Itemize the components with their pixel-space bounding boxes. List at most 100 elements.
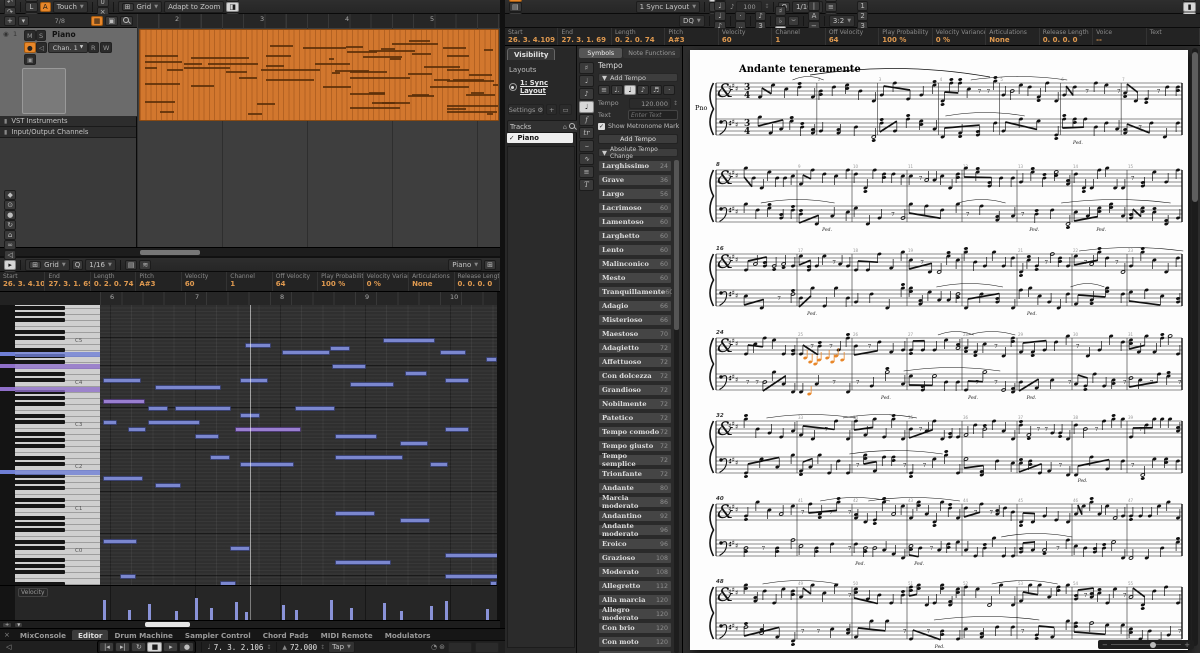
info-field[interactable]: Text [1147,28,1200,45]
tempo-preset-item[interactable]: Nobilmente 72 [598,398,672,410]
midi-note[interactable] [445,574,497,579]
tool-icon[interactable]: ◆ [4,189,17,200]
info-field[interactable]: Velocity Variance0 % [364,272,410,291]
metronome-mark-row[interactable]: ✓ Show Metronome Mark [598,123,679,130]
display-quantize-button[interactable]: DQ ▼ [679,14,705,27]
tuplet-ratio-select[interactable]: 3:2 ▼ [828,14,856,27]
midi-note[interactable] [230,546,250,551]
tempo-preset-item[interactable]: Largo 56 [598,188,672,200]
info-field[interactable]: Pitch A#3 [136,272,182,291]
automation-button[interactable]: L [24,1,38,12]
layout-icon[interactable]: ◨ [226,1,239,12]
tempo-preset-item[interactable]: Lento 60 [598,244,672,256]
info-field[interactable]: End 27. 3. 1. 69 [45,272,91,291]
home-icon[interactable]: ⌂ [563,123,567,131]
window-icon[interactable]: ▤ [509,1,522,12]
midi-note[interactable] [148,406,168,411]
add-lane-button[interactable]: + [2,621,13,628]
metronome-icon[interactable]: ▲ [282,644,287,651]
tool-icon[interactable]: ↻ [4,219,17,230]
tempo-preset-item[interactable]: Grazioso 108 [598,552,672,564]
tempo-note-value-button[interactable]: ♩. [611,85,623,95]
info-field[interactable]: Start 26. 3. 4.109 [0,272,46,291]
midi-note[interactable] [440,350,466,355]
velocity-spinner[interactable]: ↕ [764,3,769,10]
velocity-bar[interactable] [103,600,106,620]
tempo-preset-item[interactable]: Alla marcia 120 [598,594,672,606]
tempo-note-value-button[interactable]: · [663,85,676,95]
tempo-preset-item[interactable]: Grandioso 72 [598,384,672,396]
score-vscrollbar[interactable] [1192,48,1198,646]
transport-utility-icon[interactable]: ◔ [431,643,437,651]
speaker-icon[interactable]: ◁ [6,643,11,651]
midi-note[interactable] [120,574,136,579]
velocity-bar[interactable] [350,608,353,620]
symbol-category-icon[interactable]: ∿ [579,153,594,165]
tab-symbols[interactable]: Symbols [579,48,623,58]
info-field[interactable]: Off Velocity 64 [273,272,319,291]
tempo-text-input[interactable] [628,110,678,120]
midi-note[interactable] [400,518,430,523]
folder-track[interactable]: ▮ Input/Output Channels [0,127,136,138]
absolute-tempo-section-header[interactable]: ▼ Absolute Tempo Change [598,146,678,160]
articulation-icon[interactable]: | [808,0,820,11]
midi-note[interactable] [235,427,301,432]
tempo-note-value-button[interactable]: ≡ [598,85,610,95]
velocity-bar[interactable] [282,605,285,620]
midi-note[interactable] [103,476,143,481]
lower-zone-tab[interactable]: Drum Machine [108,630,178,641]
add-tempo-button[interactable]: Add Tempo [598,134,678,144]
tempo-spinner[interactable]: ↕ [320,644,325,651]
tool-icon[interactable]: ∞ [4,239,17,250]
tool-icon[interactable]: ⌂ [4,229,17,240]
transport-button[interactable]: ■ [147,642,163,652]
articulation-icon[interactable]: A [808,10,820,21]
toolbar-icon[interactable]: ≡ [824,1,838,12]
tempo-note-value-button[interactable]: ♩ [624,85,636,95]
tool-icon[interactable]: ⊙ [4,199,17,210]
tempo-preset-item[interactable]: Tempo semplice 72 [598,452,672,468]
velocity-bar[interactable] [235,602,238,620]
key-editor-hscrollbar[interactable]: + ▼ [0,620,500,628]
midi-note[interactable] [486,357,497,362]
note-duration-icon[interactable]: ♩ [713,10,727,21]
info-field[interactable]: Velocity 60 [182,272,228,291]
info-field[interactable]: Release Length 0. 0. 0. 0 [1040,28,1094,45]
midi-note[interactable] [335,434,377,439]
midi-note[interactable] [400,441,428,446]
track-piano[interactable]: ◉ 1 M S Piano ● ◁ Chan. 1 ▼ R W ▣ [0,28,137,117]
tempo-preset-item[interactable]: Mesto 60 [598,272,672,284]
transport-field[interactable] [475,641,499,653]
velocity-bar[interactable] [445,601,448,620]
tempo-preset-item[interactable]: Misterioso 66 [598,314,672,326]
velocity-bar[interactable] [400,611,403,620]
velocity-bar[interactable] [430,606,433,620]
velocity-bar[interactable] [210,608,213,620]
project-ruler[interactable]: 2 3 4 5 [137,14,500,29]
tab-note-functions[interactable]: Note Functions [623,48,680,58]
midi-part[interactable] [139,29,499,121]
track-name[interactable]: Piano [52,30,76,39]
lower-zone-tab[interactable]: MIDI Remote [315,630,379,641]
info-field[interactable]: Articulations None [986,28,1040,45]
arrange-area[interactable] [137,28,500,247]
zone-toggle-icon[interactable]: ▮ [1183,1,1196,12]
accidental-icon[interactable]: ♭ [775,15,787,26]
folder-track[interactable]: ▮ VST Instruments [0,116,136,127]
midi-note[interactable] [245,343,271,348]
velocity-lane[interactable] [100,585,497,621]
channel-select[interactable]: Chan. 1 ▼ [48,42,88,53]
tempo-note-value-button[interactable]: ♪ [637,85,649,95]
info-field[interactable]: Velocity Variance0 % [933,28,987,45]
tempo-note-value-button[interactable]: ♬ [650,85,663,95]
midi-note[interactable] [445,553,497,558]
tempo-value-spinner[interactable]: ↕ [673,100,678,107]
info-field[interactable]: Start 26. 3. 4.109 [505,28,559,45]
info-field[interactable]: Voice -- [1093,28,1147,45]
check-icon[interactable]: ✓ [509,134,514,142]
tool-icon[interactable]: ▸ [4,259,17,270]
search-track-icon[interactable] [120,15,133,26]
transport-button[interactable]: ● [179,642,195,652]
midi-note[interactable] [335,511,375,516]
tempo-preset-item[interactable]: Grave 36 [598,174,672,186]
